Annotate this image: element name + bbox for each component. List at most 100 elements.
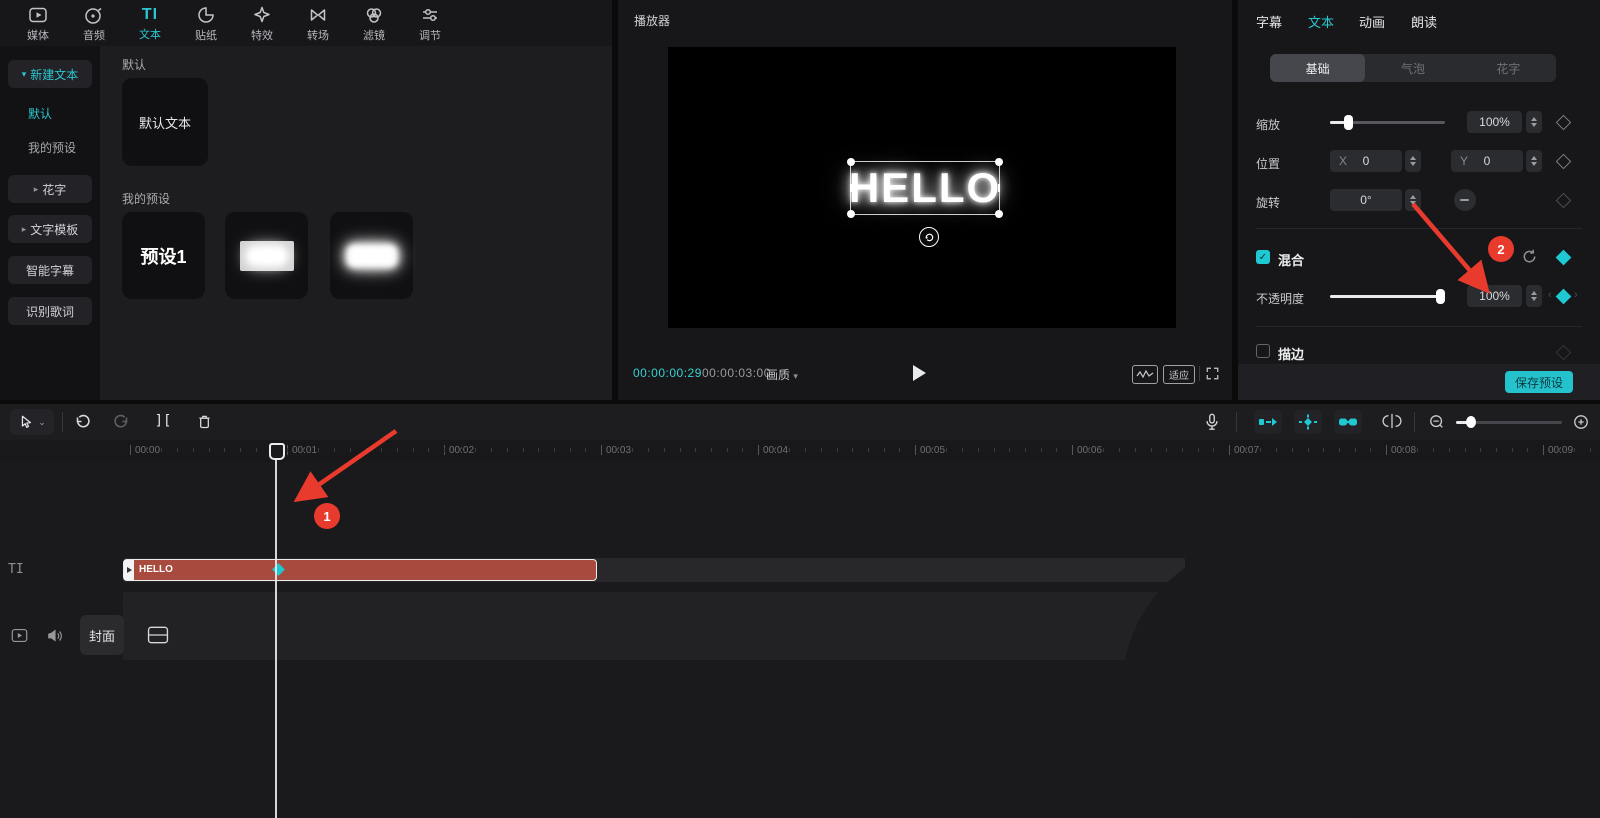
nav-effects[interactable]: 特效 (234, 1, 290, 45)
record-voice-button[interactable] (1201, 410, 1223, 434)
blend-checkbox[interactable]: ✓ (1256, 250, 1270, 264)
nav-text[interactable]: TI 文本 (122, 1, 178, 45)
ruler-minor-tick (1292, 448, 1293, 452)
zoom-out-button[interactable] (1428, 413, 1446, 431)
rotation-dial[interactable] (1454, 189, 1476, 211)
rotation-stepper[interactable] (1405, 189, 1421, 211)
position-x-stepper[interactable] (1405, 150, 1421, 172)
subtab-fancy[interactable]: 花字 (1461, 54, 1556, 82)
timeline-zoom-handle[interactable] (1466, 416, 1476, 428)
keyframe-next-icon[interactable]: › (1574, 289, 1578, 301)
opacity-value-input[interactable]: 100% (1467, 285, 1522, 307)
text-clip-hello[interactable]: HELLO (123, 559, 597, 581)
position-keyframe-icon[interactable] (1556, 154, 1572, 170)
nav-sticker[interactable]: 贴纸 (178, 1, 234, 45)
ruler-label: 00:02 (449, 445, 474, 456)
timeline-ruler[interactable]: 00:0000:0100:0200:0300:0400:0500:0600:07… (0, 440, 1600, 462)
quality-dropdown[interactable]: 画质 ▾ (766, 366, 798, 383)
default-text-card[interactable]: 默认文本 (122, 78, 208, 166)
split-clip-button[interactable]: ][ (152, 410, 174, 432)
text-selection-box[interactable]: HELLO (850, 161, 1000, 215)
fit-button[interactable]: 适应 (1163, 365, 1195, 384)
blend-reset-icon[interactable] (1521, 248, 1538, 268)
scale-value-input[interactable]: 100% (1467, 111, 1522, 133)
resize-handle-left[interactable] (850, 184, 852, 192)
sidebar-item-my-presets[interactable]: 我的预设 (28, 139, 76, 156)
nav-transition[interactable]: 转场 (290, 1, 346, 45)
tab-text[interactable]: 文本 (1308, 12, 1334, 31)
save-preset-button[interactable]: 保存预设 (1505, 371, 1573, 393)
resize-handle-tr[interactable] (995, 158, 1003, 166)
sidebar-item-text-template[interactable]: ▸ 文字模板 (8, 215, 92, 243)
track-mute-button[interactable] (46, 628, 64, 643)
preset-card-2[interactable] (225, 212, 308, 299)
clip-trim-handle-left[interactable] (124, 560, 134, 580)
delete-button[interactable] (194, 411, 214, 431)
preset-card-1[interactable]: 预设1 (122, 212, 205, 299)
snap-toggle-button[interactable] (1254, 410, 1282, 434)
playhead-head[interactable] (269, 443, 285, 460)
rotation-keyframe-icon[interactable] (1556, 193, 1572, 209)
cover-button[interactable]: 封面 (80, 615, 124, 655)
subtab-basic[interactable]: 基础 (1270, 54, 1365, 82)
position-x-input[interactable]: X 0 (1330, 150, 1402, 172)
stroke-checkbox[interactable] (1256, 344, 1270, 358)
ruler-minor-tick (789, 448, 790, 452)
add-video-placeholder[interactable] (146, 625, 170, 645)
subtab-bubble[interactable]: 气泡 (1365, 54, 1460, 82)
nav-media[interactable]: 媒体 (10, 1, 66, 45)
tab-subtitle[interactable]: 字幕 (1256, 12, 1282, 31)
play-button[interactable] (910, 364, 928, 382)
nav-audio[interactable]: 音频 (66, 1, 122, 45)
scale-keyframe-icon[interactable] (1556, 115, 1572, 131)
scale-slider-handle[interactable] (1344, 115, 1353, 130)
sidebar-item-recognize-lyrics[interactable]: 识别歌词 (8, 297, 92, 325)
position-y-stepper[interactable] (1526, 150, 1542, 172)
rotation-value-input[interactable]: 0° (1330, 189, 1402, 211)
fullscreen-button[interactable] (1204, 365, 1221, 382)
filter-icon (363, 4, 385, 26)
sidebar-item-new-text[interactable]: ▾ 新建文本 (8, 60, 92, 88)
scale-slider[interactable] (1330, 121, 1445, 124)
resize-handle-tl[interactable] (847, 158, 855, 166)
video-track-lane[interactable] (123, 592, 1185, 660)
sidebar-item-smart-subtitle[interactable]: 智能字幕 (8, 256, 92, 284)
resize-handle-br[interactable] (995, 210, 1003, 218)
link-toggle-button[interactable] (1334, 410, 1362, 434)
tab-read-aloud[interactable]: 朗读 (1411, 12, 1437, 31)
playhead-line[interactable] (275, 456, 277, 818)
stroke-keyframe-icon[interactable] (1556, 345, 1572, 361)
opacity-slider[interactable] (1330, 295, 1445, 298)
position-y-input[interactable]: Y 0 (1451, 150, 1523, 172)
redo-button[interactable] (112, 412, 132, 432)
auto-highlight-toggle-button[interactable] (1294, 410, 1322, 434)
waveform-toggle-button[interactable] (1132, 365, 1158, 384)
opacity-slider-handle[interactable] (1436, 289, 1445, 304)
sidebar-item-default[interactable]: 默认 (28, 105, 52, 122)
resize-handle-bl[interactable] (847, 210, 855, 218)
tab-animation[interactable]: 动画 (1359, 12, 1385, 31)
rotate-handle[interactable] (919, 227, 939, 247)
player-canvas[interactable]: HELLO (668, 47, 1176, 328)
scale-stepper[interactable] (1526, 111, 1542, 133)
nav-adjust[interactable]: 调节 (402, 1, 458, 45)
select-tool-button[interactable]: ⌄ (10, 409, 54, 435)
sticker-icon (195, 4, 217, 26)
timeline-zoom-slider[interactable] (1456, 421, 1562, 424)
resize-handle-right[interactable] (998, 184, 1000, 192)
adjust-sliders-icon (419, 4, 441, 26)
sidebar-item-fancy-text[interactable]: ▸ 花字 (8, 175, 92, 203)
opacity-keyframe-icon[interactable] (1556, 289, 1572, 305)
blend-keyframe-icon[interactable] (1556, 250, 1572, 266)
undo-button[interactable] (72, 412, 92, 432)
ruler-minor-tick (240, 448, 241, 452)
keyframe-prev-icon[interactable]: ‹ (1548, 289, 1552, 301)
video-text-overlay[interactable]: HELLO (849, 164, 1001, 212)
nav-filter[interactable]: 滤镜 (346, 1, 402, 45)
zoom-in-button[interactable] (1572, 413, 1590, 431)
opacity-stepper[interactable] (1526, 285, 1542, 307)
track-hide-button[interactable] (10, 626, 28, 644)
preset-card-3[interactable] (330, 212, 413, 299)
ruler-minor-tick (224, 448, 225, 452)
preview-axis-button[interactable] (1380, 411, 1404, 431)
